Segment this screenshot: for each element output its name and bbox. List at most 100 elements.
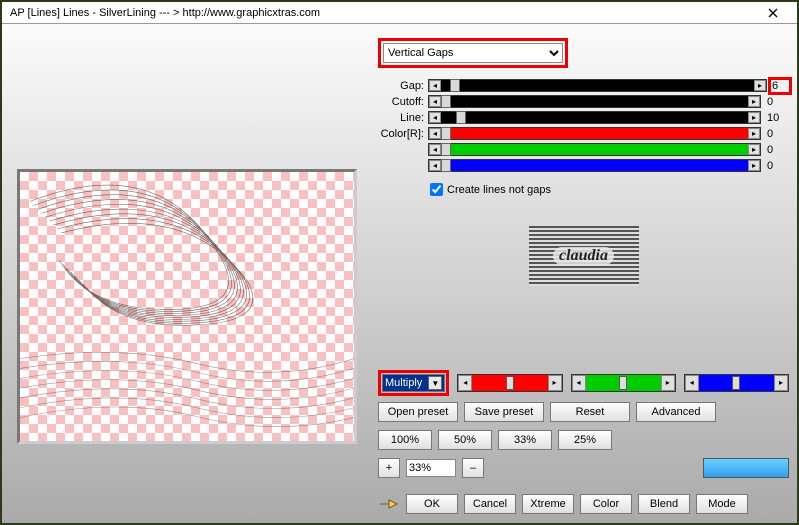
color-button[interactable]: Color (580, 494, 632, 514)
create-lines-checkbox[interactable] (430, 183, 443, 196)
slider-thumb[interactable] (456, 111, 466, 124)
slider-thumb[interactable] (441, 127, 451, 140)
arrow-right-icon[interactable]: ▸ (661, 375, 675, 391)
zoom-row: + 33% – (378, 458, 789, 478)
advanced-button[interactable]: Advanced (636, 402, 716, 422)
slider-thumb[interactable] (441, 159, 451, 172)
preset-buttons-row: Open preset Save preset Reset Advanced (378, 402, 789, 422)
slider-row: ◂▸0 (378, 142, 789, 157)
rgb-sliders-row: ◂▸◂▸◂▸ (457, 374, 789, 392)
arrow-left-icon[interactable]: ◂ (429, 112, 441, 123)
window-title: AP [Lines] Lines - SilverLining --- > ht… (10, 7, 753, 19)
arrow-right-icon[interactable]: ▸ (548, 375, 562, 391)
zoom-in-button[interactable]: + (378, 458, 400, 478)
slider-value: 0 (765, 144, 789, 156)
mode-button[interactable]: Mode (696, 494, 748, 514)
slider-track[interactable]: ◂▸ (428, 143, 761, 156)
chevron-down-icon: ▼ (428, 376, 442, 390)
blend-button[interactable]: Blend (638, 494, 690, 514)
arrow-right-icon[interactable]: ▸ (748, 96, 760, 107)
arrow-right-icon[interactable]: ▸ (774, 375, 788, 391)
arrow-left-icon[interactable]: ◂ (429, 144, 441, 155)
slider-thumb[interactable] (441, 95, 451, 108)
blend-mode-row: Multiply ▼ ◂▸◂▸◂▸ (378, 370, 789, 396)
content-area: Vertical Gaps Gap:◂▸6Cutoff:◂▸0Line:◂▸10… (2, 24, 797, 523)
create-lines-label[interactable]: Create lines not gaps (447, 184, 551, 196)
controls-column: Vertical Gaps Gap:◂▸6Cutoff:◂▸0Line:◂▸10… (378, 32, 789, 515)
close-button[interactable] (753, 4, 793, 22)
slider-track[interactable]: ◂▸ (428, 95, 761, 108)
open-preset-button[interactable]: Open preset (378, 402, 458, 422)
zoom-display: 33% (406, 459, 456, 477)
brand-logo: claudia (529, 226, 639, 286)
slider-track[interactable]: ◂▸ (428, 159, 761, 172)
slider-inner[interactable] (441, 128, 748, 139)
create-lines-row: Create lines not gaps (430, 183, 789, 196)
slider-row: Line:◂▸10 (378, 110, 789, 125)
slider-inner[interactable] (441, 112, 748, 123)
slider-label: Cutoff: (378, 96, 428, 108)
slider-row: ◂▸0 (378, 158, 789, 173)
save-preset-button[interactable]: Save preset (464, 402, 544, 422)
slider-inner[interactable] (586, 375, 661, 391)
arrow-left-icon[interactable]: ◂ (429, 160, 441, 171)
100-button[interactable]: 100% (378, 430, 432, 450)
arrow-right-icon[interactable]: ▸ (748, 112, 760, 123)
slider-thumb[interactable] (450, 79, 460, 92)
slider-thumb[interactable] (441, 143, 451, 156)
pointer-icon (378, 495, 400, 513)
reset-button[interactable]: Reset (550, 402, 630, 422)
slider-label: Color[R]: (378, 128, 428, 140)
zoom-presets-row: 100% 50% 33% 25% (378, 430, 789, 450)
slider-label: Gap: (378, 80, 428, 92)
slider-inner[interactable] (699, 375, 774, 391)
blend-mode-dropdown[interactable]: Multiply ▼ (382, 374, 445, 392)
slider-thumb[interactable] (619, 376, 627, 390)
slider-track[interactable]: ◂▸ (428, 127, 761, 140)
brand-logo-text: claudia (553, 247, 614, 265)
close-icon (768, 8, 778, 18)
arrow-left-icon[interactable]: ◂ (429, 128, 441, 139)
titlebar: AP [Lines] Lines - SilverLining --- > ht… (2, 2, 797, 24)
blend-mode-highlight: Multiply ▼ (378, 370, 449, 396)
arrow-left-icon[interactable]: ◂ (429, 80, 441, 91)
ok-button[interactable]: OK (406, 494, 458, 514)
slider-inner[interactable] (441, 160, 748, 171)
arrow-left-icon[interactable]: ◂ (685, 375, 699, 391)
arrow-right-icon[interactable]: ▸ (748, 128, 760, 139)
preset-type-dropdown[interactable]: Vertical Gaps (383, 43, 563, 63)
slider-inner[interactable] (441, 96, 748, 107)
slider-label: Line: (378, 112, 428, 124)
cancel-button[interactable]: Cancel (464, 494, 516, 514)
xtreme-button[interactable]: Xtreme (522, 494, 574, 514)
slider-row: Gap:◂▸6 (378, 78, 789, 93)
slider-value: 6 (768, 77, 792, 95)
arrow-right-icon[interactable]: ▸ (748, 160, 760, 171)
plugin-window: AP [Lines] Lines - SilverLining --- > ht… (0, 0, 799, 525)
preview-art (20, 172, 354, 442)
33-button[interactable]: 33% (498, 430, 552, 450)
green-mix-slider[interactable]: ◂▸ (571, 374, 676, 392)
arrow-left-icon[interactable]: ◂ (429, 96, 441, 107)
slider-thumb[interactable] (506, 376, 514, 390)
arrow-right-icon[interactable]: ▸ (754, 80, 766, 91)
arrow-left-icon[interactable]: ◂ (458, 375, 472, 391)
action-buttons-row: OK Cancel Xtreme Color Blend Mode (378, 494, 789, 514)
25-button[interactable]: 25% (558, 430, 612, 450)
slider-track[interactable]: ◂▸ (428, 111, 761, 124)
blend-mode-label: Multiply (385, 377, 422, 389)
slider-thumb[interactable] (732, 376, 740, 390)
slider-inner[interactable] (441, 80, 754, 91)
slider-value: 0 (765, 160, 789, 172)
arrow-left-icon[interactable]: ◂ (572, 375, 586, 391)
color-swatch[interactable] (703, 458, 789, 478)
zoom-out-button[interactable]: – (462, 458, 484, 478)
slider-track[interactable]: ◂▸ (428, 79, 767, 92)
50-button[interactable]: 50% (438, 430, 492, 450)
slider-inner[interactable] (441, 144, 748, 155)
red-mix-slider[interactable]: ◂▸ (457, 374, 562, 392)
blue-mix-slider[interactable]: ◂▸ (684, 374, 789, 392)
arrow-right-icon[interactable]: ▸ (748, 144, 760, 155)
slider-row: Cutoff:◂▸0 (378, 94, 789, 109)
slider-inner[interactable] (472, 375, 547, 391)
